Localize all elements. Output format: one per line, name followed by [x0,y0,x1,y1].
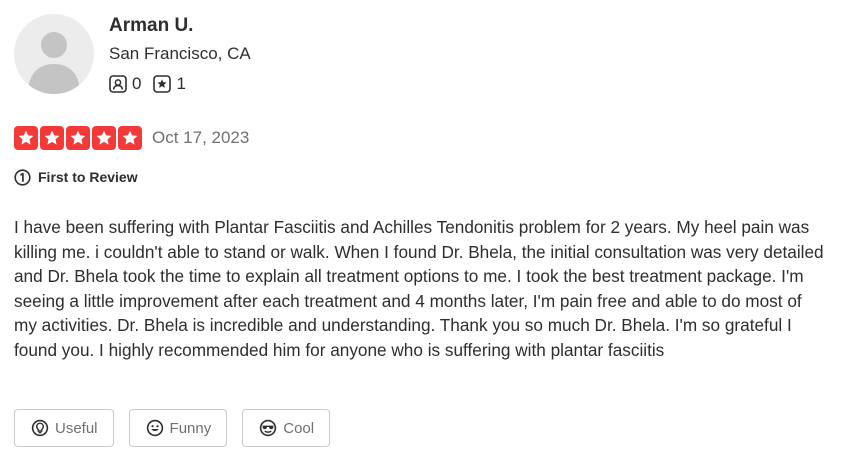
star-icon [44,130,60,145]
funny-label: Funny [169,419,212,437]
first-review-icon [14,168,31,186]
useful-label: Useful [55,419,98,437]
friends-icon [109,75,127,93]
reviewer-info: Arman U. San Francisco, CA 0 1 [109,14,251,94]
star-rating [14,126,144,150]
smile-icon [146,419,163,437]
useful-button[interactable]: Useful [14,409,114,447]
avatar[interactable] [14,14,94,94]
review-count: 1 [176,74,186,93]
reviewer-name[interactable]: Arman U. [109,14,251,38]
star-1 [14,126,38,150]
rating-row: Oct 17, 2023 [14,126,249,150]
stat-reviews: 1 [153,74,186,94]
reviewer-location: San Francisco, CA [109,44,251,63]
star-icon [70,130,86,145]
star-4 [92,126,116,150]
first-review-badge: First to Review [14,168,138,186]
star-icon [18,130,34,145]
friends-count: 0 [132,74,142,93]
badge-label: First to Review [38,169,138,185]
review-count-icon [153,75,172,93]
reviewer-stats: 0 1 [109,74,251,94]
sunglasses-icon [260,419,277,437]
cool-label: Cool [283,419,315,437]
star-5 [118,126,142,150]
review-text: I have been suffering with Plantar Fasci… [14,217,824,360]
cool-button[interactable]: Cool [242,409,331,447]
review-date: Oct 17, 2023 [152,128,250,147]
funny-button[interactable]: Funny [128,409,228,447]
star-icon [96,130,112,145]
star-icon [122,130,138,145]
reaction-buttons: Useful Funny Cool [14,409,345,447]
lightbulb-icon [31,419,49,437]
star-2 [40,126,64,150]
stat-friends: 0 [109,74,141,94]
user-silhouette-icon [28,32,80,94]
star-3 [66,126,90,150]
